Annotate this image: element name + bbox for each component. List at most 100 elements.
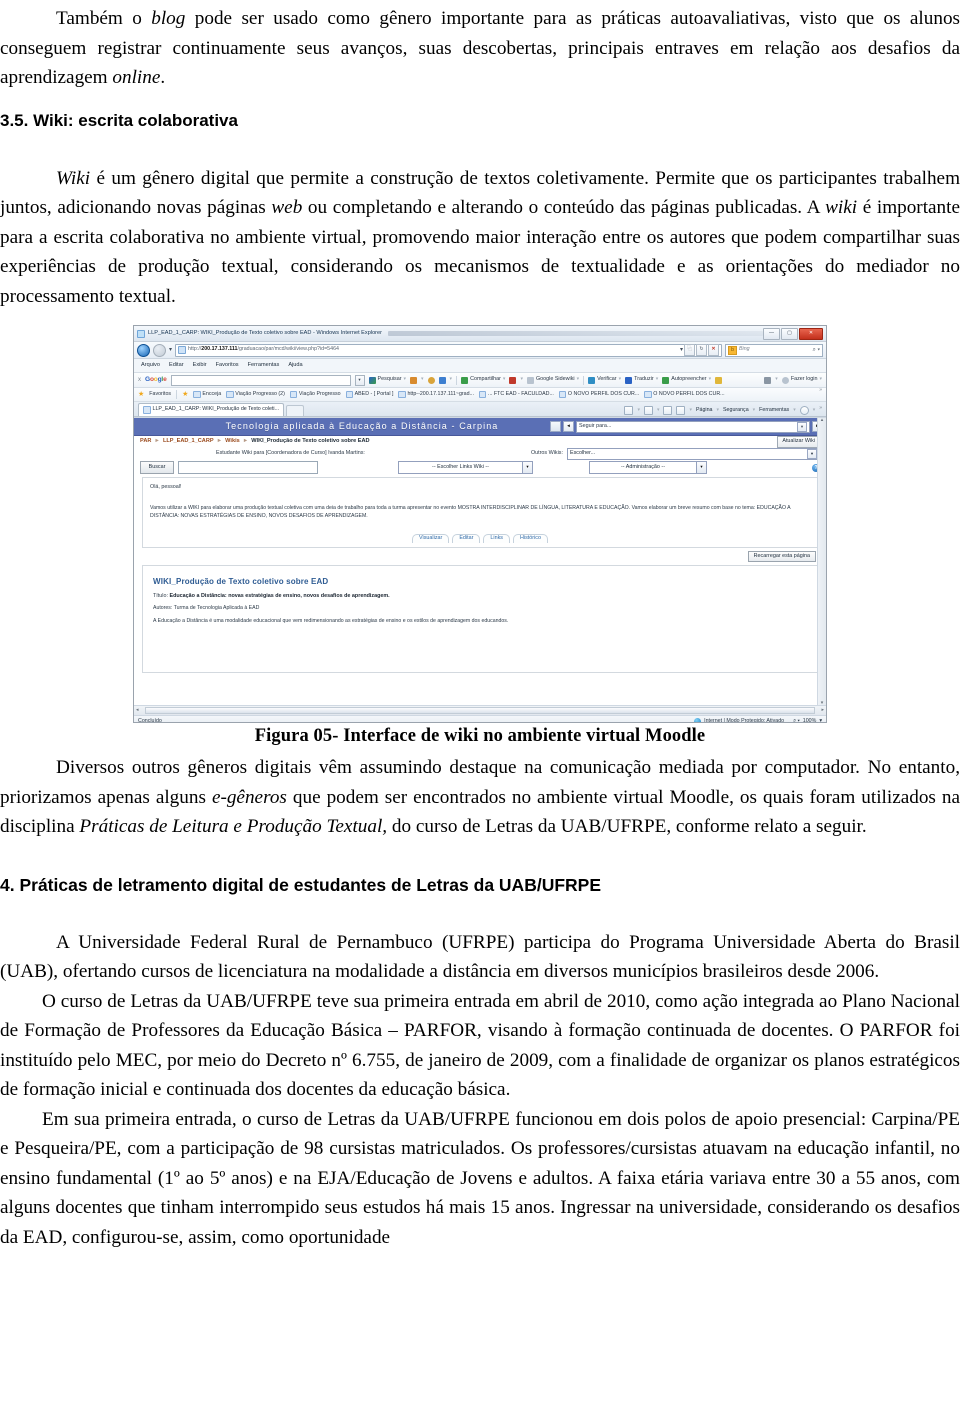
article-title-label: Título:: [153, 592, 168, 599]
favorite-ftc-ead[interactable]: ... FTC EAD - FACULDAD...: [478, 390, 554, 399]
popup-blocker-icon[interactable]: [438, 376, 446, 384]
jump-to-label: Seguir para...: [579, 422, 612, 429]
breadcrumb-wikis[interactable]: Wikis: [225, 438, 240, 445]
maximize-button[interactable]: ▢: [781, 327, 798, 340]
zoom-icon[interactable]: ⌕ ▾: [793, 718, 800, 722]
search-input[interactable]: b Bing ⌕ ▾: [725, 343, 823, 357]
horizontal-scrollbar[interactable]: ◂ ▸: [134, 705, 826, 715]
bookmark-icon[interactable]: [410, 376, 418, 384]
command-pagina[interactable]: Página: [696, 407, 713, 414]
scroll-up-icon[interactable]: ▴: [821, 418, 824, 423]
favorite-viacao-progresso-2[interactable]: Viação Progresso (2): [226, 390, 285, 399]
tab-visualizar[interactable]: Visualizar: [412, 533, 450, 544]
google-autopreencher-button[interactable]: Autopreencher ▾: [662, 376, 711, 384]
admin-chevron-down-icon[interactable]: ▾: [697, 461, 707, 474]
url-chevron-down-icon[interactable]: ▾: [680, 347, 683, 353]
highlight-icon[interactable]: [427, 376, 435, 384]
google-traduzir-button[interactable]: Traduzir ▾: [625, 376, 658, 384]
jump-left-icon[interactable]: ◄: [563, 421, 574, 432]
menu-item-editar[interactable]: Editar: [169, 362, 184, 369]
google-pesquisar-button[interactable]: Pesquisar ▾: [368, 376, 406, 384]
zoom-level[interactable]: 100%: [803, 718, 817, 722]
mail-icon[interactable]: [663, 406, 673, 415]
wiki-links-select[interactable]: -- Escolher Links Wiki --: [398, 461, 523, 474]
update-wiki-button[interactable]: Atualizar Wiki: [777, 436, 820, 448]
history-chevron-down-icon[interactable]: ▾: [169, 347, 172, 353]
command-seguranca[interactable]: Segurança: [723, 407, 749, 414]
favorites-overflow-icon[interactable]: »: [819, 387, 822, 393]
scroll-left-icon[interactable]: ◂: [136, 707, 139, 713]
scroll-right-icon[interactable]: ▸: [821, 707, 824, 713]
pesquisar-icon: [368, 376, 376, 384]
help-icon[interactable]: [799, 406, 809, 415]
minimize-button[interactable]: —: [763, 327, 780, 340]
wiki-search-input[interactable]: [178, 461, 318, 474]
menu-item-ferramentas[interactable]: Ferramentas: [248, 362, 280, 369]
back-icon[interactable]: [137, 343, 150, 357]
google-chevron-down-icon[interactable]: ▾: [354, 374, 365, 386]
menu-item-arquivo[interactable]: Arquivo: [141, 362, 160, 369]
favorite-novo-perfil-2[interactable]: O NOVO PERFIL DOS CUR...: [644, 390, 725, 399]
refresh-icon[interactable]: ↻: [696, 344, 707, 356]
jump-to-select[interactable]: Seguir para... ▾: [576, 420, 810, 433]
zoom-chevron-down-icon[interactable]: ▾: [819, 718, 822, 722]
forward-icon[interactable]: [153, 343, 166, 357]
command-overflow-icon[interactable]: »: [819, 405, 822, 411]
google-sidewiki-button[interactable]: Google Sidewiki ▾: [526, 376, 579, 384]
new-tab-button[interactable]: [286, 405, 305, 416]
scroll-thumb[interactable]: [144, 707, 816, 714]
links-chevron-down-icon[interactable]: ▾: [523, 461, 533, 474]
favorite-abed-portal[interactable]: ABED - [ Portal ]: [345, 390, 393, 399]
bing-icon: b: [728, 345, 737, 355]
google-search-input[interactable]: [170, 374, 351, 386]
favorite-encceja[interactable]: Encceja: [193, 390, 221, 399]
favorite-novo-perfil-1[interactable]: O NOVO PERFIL DOS CUR...: [558, 390, 639, 399]
compatibility-view-icon[interactable]: ⿻: [684, 344, 695, 356]
breadcrumb-par[interactable]: PAR: [140, 438, 151, 445]
favorites-folder-icon[interactable]: ★: [182, 391, 188, 398]
google-login-button[interactable]: Fazer login ▾: [781, 376, 822, 384]
grid-icon[interactable]: [550, 421, 561, 432]
menu-item-ajuda[interactable]: Ajuda: [288, 362, 302, 369]
chevron-down-icon[interactable]: ▾: [807, 449, 817, 459]
reload-page-button[interactable]: Recarregar esta página: [747, 551, 816, 563]
favorites-star-icon[interactable]: ★: [138, 391, 144, 398]
wrench-icon[interactable]: [764, 376, 772, 384]
vertical-scrollbar[interactable]: ▴ ▾: [817, 418, 826, 706]
chevron-down-icon[interactable]: ▾: [797, 421, 807, 432]
p4-text: A Universidade Federal Rural de Pernambu…: [0, 931, 960, 983]
menu-item-favoritos[interactable]: Favoritos: [216, 362, 239, 369]
paragraph-parfor: O curso de Letras da UAB/UFRPE teve sua …: [0, 987, 960, 1105]
url-input[interactable]: http://200.17.137.111/graduacao/par/mcd/…: [175, 343, 722, 357]
stop-icon[interactable]: ✕: [708, 344, 719, 356]
favorite-viacao-progresso[interactable]: Viação Progresso: [289, 390, 341, 399]
command-ferramentas[interactable]: Ferramentas: [759, 407, 789, 414]
p2-web-italic: web: [271, 197, 303, 218]
close-toolbar-icon[interactable]: x: [138, 377, 141, 383]
breadcrumb-course[interactable]: LLP_EAD_1_CARP: [163, 438, 214, 445]
search-icon[interactable]: ⌕ ▾: [812, 347, 820, 353]
favorite-moodle-url[interactable]: http--200.17.137.111~grad...: [398, 390, 474, 399]
feeds-icon[interactable]: [643, 406, 653, 415]
share-icon: [461, 376, 469, 384]
other-wikis-group: Outros Wikis: Escolher... ▾: [531, 448, 820, 460]
menu-item-exibir[interactable]: Exibir: [193, 362, 207, 369]
close-button[interactable]: ✕: [799, 327, 823, 340]
site-icon: [398, 390, 406, 399]
jump-to-control: ◄ Seguir para... ▾ ►: [550, 420, 823, 433]
wiki-admin-select[interactable]: -- Administração --: [589, 461, 697, 474]
home-icon[interactable]: [624, 406, 634, 415]
tab-links[interactable]: Links: [483, 533, 510, 544]
google-verificar-button[interactable]: Verificar ▾: [588, 376, 621, 384]
browser-tab-active[interactable]: LLP_EAD_1_CARP: WIKI_Produção de Texto c…: [138, 403, 285, 416]
translate-badge-icon[interactable]: [509, 376, 517, 384]
print-icon[interactable]: [676, 406, 686, 415]
site-icon: [289, 390, 298, 399]
pencil-icon[interactable]: [715, 376, 723, 384]
favorites-label[interactable]: Favoritos: [149, 391, 171, 398]
search-button[interactable]: Buscar: [140, 461, 174, 474]
tab-editar[interactable]: Editar: [452, 533, 481, 544]
google-compartilhar-button[interactable]: Compartilhar ▾: [461, 376, 505, 384]
other-wikis-select[interactable]: Escolher... ▾: [567, 448, 820, 460]
tab-historico[interactable]: Histórico: [513, 533, 548, 544]
